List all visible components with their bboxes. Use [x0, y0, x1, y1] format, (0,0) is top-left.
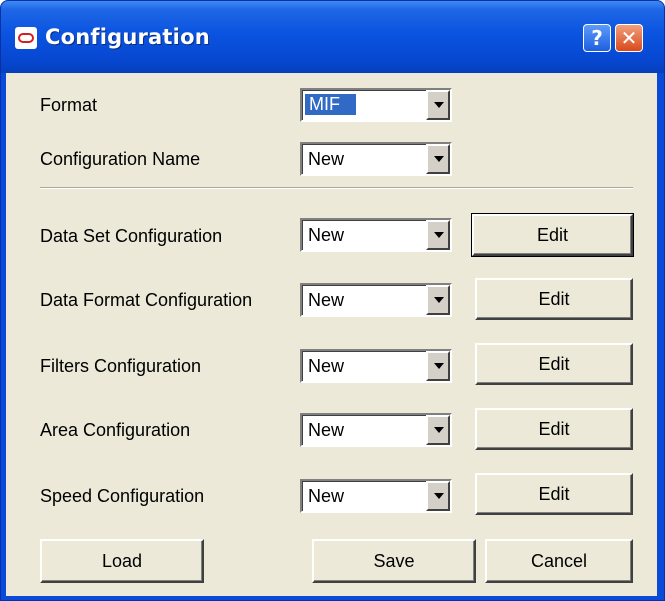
- dialog-body: Format MIF Configuration Name New Data S…: [6, 73, 657, 596]
- area-configuration-value: New: [308, 420, 345, 440]
- area-configuration-select[interactable]: New: [300, 413, 452, 447]
- data-format-edit-button[interactable]: Edit: [475, 278, 633, 320]
- help-button[interactable]: ?: [583, 24, 611, 52]
- speed-configuration-label: Speed Configuration: [40, 486, 205, 506]
- chevron-down-icon[interactable]: [426, 90, 450, 120]
- speed-configuration-select[interactable]: New: [300, 479, 452, 513]
- close-button[interactable]: ✕: [615, 24, 643, 52]
- chevron-down-icon[interactable]: [426, 481, 450, 511]
- data-format-configuration-value: New: [308, 290, 345, 310]
- area-edit-button[interactable]: Edit: [475, 408, 633, 450]
- configuration-name-label: Configuration Name: [40, 149, 201, 169]
- format-select[interactable]: MIF: [300, 88, 452, 122]
- filters-configuration-label: Filters Configuration: [40, 356, 202, 376]
- cancel-button[interactable]: Cancel: [485, 539, 633, 583]
- load-button[interactable]: Load: [40, 539, 204, 583]
- data-set-configuration-value: New: [308, 225, 345, 245]
- format-label: Format: [40, 95, 98, 115]
- title-bar[interactable]: Configuration ? ✕: [1, 1, 664, 73]
- filters-edit-button[interactable]: Edit: [475, 343, 633, 385]
- data-format-configuration-select[interactable]: New: [300, 283, 452, 317]
- configuration-name-value: New: [308, 149, 345, 169]
- data-set-edit-button[interactable]: Edit: [471, 213, 634, 257]
- window-title: Configuration: [45, 25, 210, 49]
- data-format-configuration-label: Data Format Configuration: [40, 290, 253, 310]
- chevron-down-icon[interactable]: [426, 144, 450, 174]
- data-set-configuration-label: Data Set Configuration: [40, 226, 223, 246]
- save-button[interactable]: Save: [312, 539, 476, 583]
- oracle-logo-icon: [15, 27, 37, 49]
- speed-edit-button[interactable]: Edit: [475, 473, 633, 515]
- separator: [40, 187, 633, 189]
- chevron-down-icon[interactable]: [426, 285, 450, 315]
- area-configuration-label: Area Configuration: [40, 420, 191, 440]
- filters-configuration-select[interactable]: New: [300, 349, 452, 383]
- configuration-name-select[interactable]: New: [300, 142, 452, 176]
- data-set-configuration-select[interactable]: New: [300, 218, 452, 252]
- chevron-down-icon[interactable]: [426, 351, 450, 381]
- chevron-down-icon[interactable]: [426, 415, 450, 445]
- speed-configuration-value: New: [308, 486, 345, 506]
- configuration-dialog: Configuration ? ✕ Format MIF Configurati…: [0, 0, 665, 601]
- chevron-down-icon[interactable]: [426, 220, 450, 250]
- filters-configuration-value: New: [308, 356, 345, 376]
- format-select-value: MIF: [304, 93, 357, 116]
